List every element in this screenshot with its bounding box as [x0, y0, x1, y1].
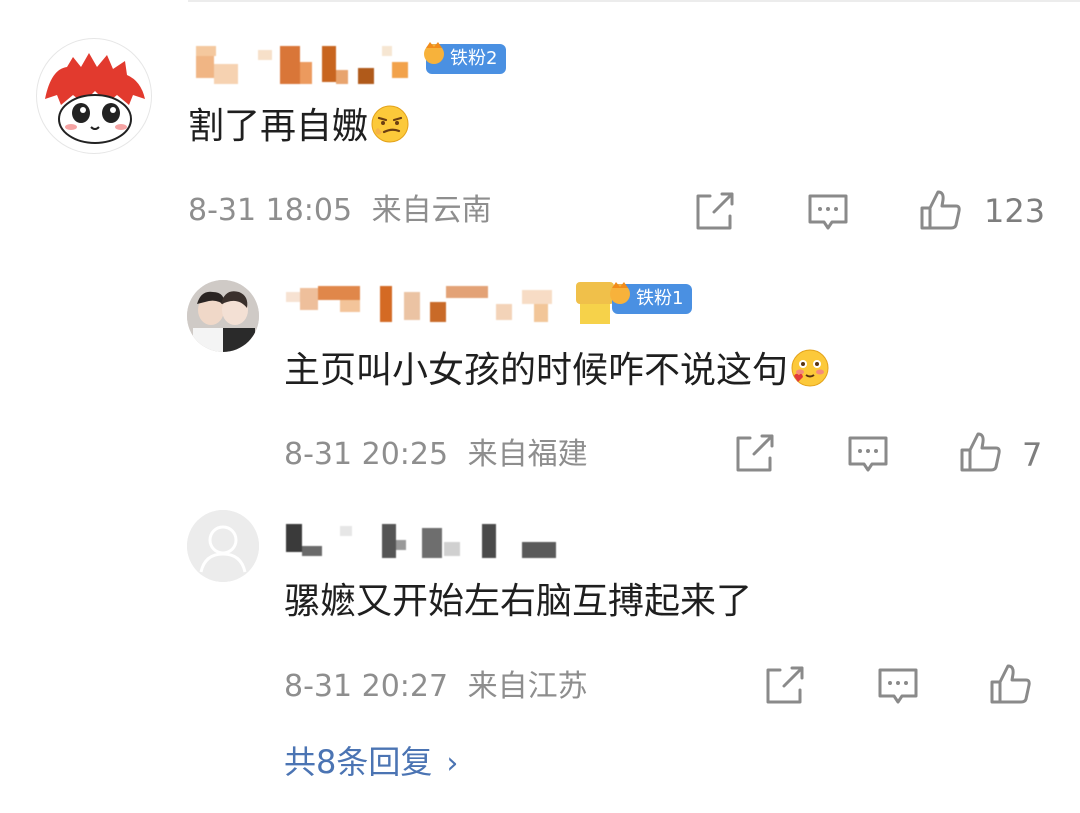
like-icon[interactable]	[988, 662, 1032, 706]
comment-text-body: 割了再自嫐	[188, 106, 369, 147]
reply-meta: 8-31 20:27 来自江苏	[284, 669, 588, 705]
commenter-username[interactable]	[196, 44, 416, 88]
comment-meta: 8-31 18:05 来自云南	[188, 193, 492, 229]
reply-avatar[interactable]	[187, 280, 259, 352]
comment-location: 来自云南	[371, 193, 492, 228]
reply-text: 主页叫小女孩的时候咋不说这句	[284, 348, 830, 393]
reply-time: 8-31 20:25	[284, 437, 449, 472]
default-user-icon	[187, 510, 259, 582]
smirk-emoji-icon	[371, 105, 409, 143]
reply-username[interactable]	[286, 282, 576, 326]
reply-meta: 8-31 20:25 来自福建	[284, 437, 588, 473]
comment-time: 8-31 18:05	[188, 193, 353, 228]
reply-location: 来自江苏	[467, 669, 588, 704]
reply-text: 骡嬷又开始左右脑互搏起来了	[284, 581, 753, 622]
comment-icon[interactable]	[846, 432, 890, 476]
like-icon[interactable]	[958, 430, 1002, 474]
reply-location: 来自福建	[467, 437, 588, 472]
like-icon[interactable]	[918, 188, 962, 232]
reply-time: 8-31 20:27	[284, 669, 449, 704]
comment-icon[interactable]	[876, 664, 920, 708]
comment-icon[interactable]	[806, 190, 850, 234]
fan-badge[interactable]: 铁粉2	[424, 42, 507, 74]
photo-avatar-icon	[187, 280, 259, 352]
repost-icon[interactable]	[732, 432, 776, 476]
reply-text-body: 主页叫小女孩的时候咋不说这句	[284, 350, 789, 391]
comment-text: 割了再自嫐	[188, 104, 410, 149]
cartoon-avatar-icon	[45, 53, 145, 144]
repost-icon[interactable]	[692, 190, 736, 234]
crown-icon	[424, 42, 444, 64]
fan-badge-label: 铁粉2	[450, 48, 498, 69]
blushing-emoji-icon	[791, 349, 829, 387]
chevron-right-icon: ›	[446, 746, 459, 781]
like-count: 123	[984, 192, 1046, 230]
commenter-avatar[interactable]	[36, 38, 152, 154]
fan-badge-label: 铁粉1	[636, 288, 684, 309]
crown-icon	[610, 282, 630, 304]
more-replies-link[interactable]: 共8条回复 ›	[284, 742, 458, 784]
like-count: 7	[1022, 436, 1043, 474]
reply-avatar[interactable]	[187, 510, 259, 582]
top-divider	[188, 0, 1080, 2]
reply-username[interactable]	[286, 520, 566, 560]
repost-icon[interactable]	[762, 664, 806, 708]
fan-badge[interactable]: 铁粉1	[610, 282, 693, 314]
more-replies-label: 共8条回复	[284, 743, 433, 781]
